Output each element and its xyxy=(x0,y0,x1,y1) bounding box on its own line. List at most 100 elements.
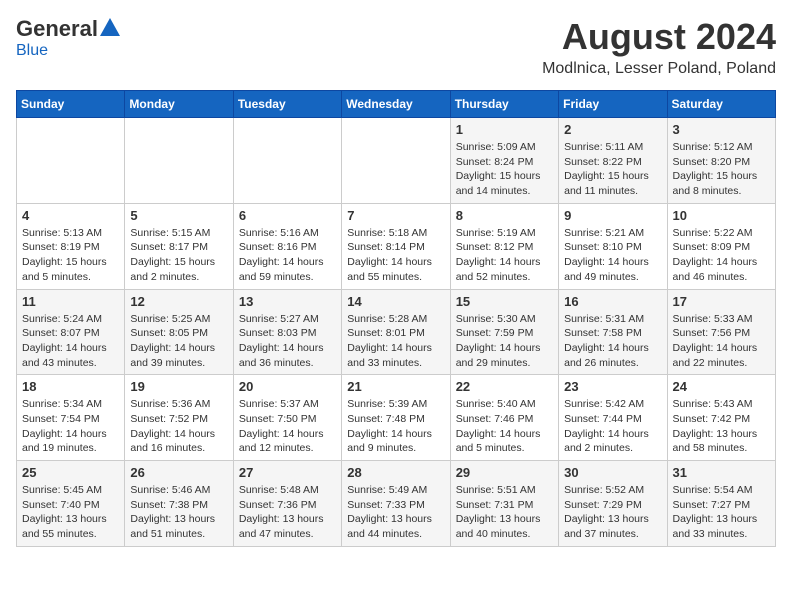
calendar-day-cell: 14 Sunrise: 5:28 AM Sunset: 8:01 PM Dayli… xyxy=(342,289,450,375)
day-number: 23 xyxy=(564,379,661,394)
logo: General Blue xyxy=(16,16,120,60)
calendar-day-cell: 2Sunrise: 5:11 AM Sunset: 8:22 PM Daylig… xyxy=(559,118,667,204)
column-header-saturday: Saturday xyxy=(667,91,775,118)
day-number: 21 xyxy=(347,379,444,394)
day-info: Sunrise: 5:45 AM Sunset: 7:40 PM Dayligh… xyxy=(22,483,119,542)
day-number: 8 xyxy=(456,208,553,223)
calendar-day-cell: 15 Sunrise: 5:30 AM Sunset: 7:59 PM Dayli… xyxy=(450,289,558,375)
day-info: Sunrise: 5:39 AM Sunset: 7:48 PM Dayligh… xyxy=(347,397,444,456)
column-header-sunday: Sunday xyxy=(17,91,125,118)
column-header-monday: Monday xyxy=(125,91,233,118)
day-number: 24 xyxy=(673,379,770,394)
calendar-week-row: 4Sunrise: 5:13 AM Sunset: 8:19 PM Daylig… xyxy=(17,203,776,289)
day-number: 4 xyxy=(22,208,119,223)
day-info: Sunrise: 5:12 AM Sunset: 8:20 PM Dayligh… xyxy=(673,140,770,199)
day-number: 22 xyxy=(456,379,553,394)
calendar-day-cell: 25 Sunrise: 5:45 AM Sunset: 7:40 PM Dayli… xyxy=(17,461,125,547)
calendar-day-cell: 6 Sunrise: 5:16 AM Sunset: 8:16 PM Daylig… xyxy=(233,203,341,289)
logo-blue-text: Blue xyxy=(16,42,48,60)
calendar-day-cell: 31 Sunrise: 5:54 AM Sunset: 7:27 PM Dayli… xyxy=(667,461,775,547)
day-info: Sunrise: 5:51 AM Sunset: 7:31 PM Dayligh… xyxy=(456,483,553,542)
day-info: Sunrise: 5:42 AM Sunset: 7:44 PM Dayligh… xyxy=(564,397,661,456)
day-info: Sunrise: 5:18 AM Sunset: 8:14 PM Dayligh… xyxy=(347,226,444,285)
calendar-day-cell: 16 Sunrise: 5:31 AM Sunset: 7:58 PM Dayli… xyxy=(559,289,667,375)
location: Modlnica, Lesser Poland, Poland xyxy=(542,60,776,78)
empty-cell xyxy=(125,118,233,204)
calendar-header-row: SundayMondayTuesdayWednesdayThursdayFrid… xyxy=(17,91,776,118)
calendar-day-cell: 20 Sunrise: 5:37 AM Sunset: 7:50 PM Dayli… xyxy=(233,375,341,461)
day-number: 10 xyxy=(673,208,770,223)
calendar-day-cell: 28Sunrise: 5:49 AM Sunset: 7:33 PM Dayli… xyxy=(342,461,450,547)
day-info: Sunrise: 5:37 AM Sunset: 7:50 PM Dayligh… xyxy=(239,397,336,456)
day-number: 20 xyxy=(239,379,336,394)
calendar-day-cell: 19Sunrise: 5:36 AM Sunset: 7:52 PM Dayli… xyxy=(125,375,233,461)
calendar-day-cell: 8Sunrise: 5:19 AM Sunset: 8:12 PM Daylig… xyxy=(450,203,558,289)
day-number: 28 xyxy=(347,465,444,480)
calendar-day-cell: 12 Sunrise: 5:25 AM Sunset: 8:05 PM Dayli… xyxy=(125,289,233,375)
day-number: 29 xyxy=(456,465,553,480)
day-info: Sunrise: 5:54 AM Sunset: 7:27 PM Dayligh… xyxy=(673,483,770,542)
day-info: Sunrise: 5:40 AM Sunset: 7:46 PM Dayligh… xyxy=(456,397,553,456)
day-info: Sunrise: 5:48 AM Sunset: 7:36 PM Dayligh… xyxy=(239,483,336,542)
day-info: Sunrise: 5:52 AM Sunset: 7:29 PM Dayligh… xyxy=(564,483,661,542)
logo-general-text: General xyxy=(16,16,98,42)
day-info: Sunrise: 5:30 AM Sunset: 7:59 PM Dayligh… xyxy=(456,312,553,371)
day-number: 18 xyxy=(22,379,119,394)
calendar-day-cell: 1 Sunrise: 5:09 AM Sunset: 8:24 PM Daylig… xyxy=(450,118,558,204)
day-number: 26 xyxy=(130,465,227,480)
day-number: 16 xyxy=(564,294,661,309)
day-info: Sunrise: 5:21 AM Sunset: 8:10 PM Dayligh… xyxy=(564,226,661,285)
day-number: 6 xyxy=(239,208,336,223)
day-number: 13 xyxy=(239,294,336,309)
day-info: Sunrise: 5:11 AM Sunset: 8:22 PM Dayligh… xyxy=(564,140,661,199)
calendar-week-row: 1 Sunrise: 5:09 AM Sunset: 8:24 PM Daylig… xyxy=(17,118,776,204)
day-number: 25 xyxy=(22,465,119,480)
calendar-day-cell: 3 Sunrise: 5:12 AM Sunset: 8:20 PM Daylig… xyxy=(667,118,775,204)
month-title: August 2024 xyxy=(542,16,776,58)
day-number: 14 xyxy=(347,294,444,309)
column-header-friday: Friday xyxy=(559,91,667,118)
day-number: 31 xyxy=(673,465,770,480)
day-info: Sunrise: 5:22 AM Sunset: 8:09 PM Dayligh… xyxy=(673,226,770,285)
day-number: 30 xyxy=(564,465,661,480)
day-info: Sunrise: 5:09 AM Sunset: 8:24 PM Dayligh… xyxy=(456,140,553,199)
calendar-day-cell: 22 Sunrise: 5:40 AM Sunset: 7:46 PM Dayli… xyxy=(450,375,558,461)
calendar-week-row: 18 Sunrise: 5:34 AM Sunset: 7:54 PM Dayli… xyxy=(17,375,776,461)
day-info: Sunrise: 5:46 AM Sunset: 7:38 PM Dayligh… xyxy=(130,483,227,542)
day-number: 15 xyxy=(456,294,553,309)
day-info: Sunrise: 5:16 AM Sunset: 8:16 PM Dayligh… xyxy=(239,226,336,285)
day-number: 1 xyxy=(456,122,553,137)
title-section: August 2024 Modlnica, Lesser Poland, Pol… xyxy=(542,16,776,78)
calendar-day-cell: 26 Sunrise: 5:46 AM Sunset: 7:38 PM Dayli… xyxy=(125,461,233,547)
day-info: Sunrise: 5:34 AM Sunset: 7:54 PM Dayligh… xyxy=(22,397,119,456)
column-header-thursday: Thursday xyxy=(450,91,558,118)
calendar-day-cell: 10 Sunrise: 5:22 AM Sunset: 8:09 PM Dayli… xyxy=(667,203,775,289)
day-number: 19 xyxy=(130,379,227,394)
calendar-day-cell: 17Sunrise: 5:33 AM Sunset: 7:56 PM Dayli… xyxy=(667,289,775,375)
calendar-day-cell: 29 Sunrise: 5:51 AM Sunset: 7:31 PM Dayli… xyxy=(450,461,558,547)
day-number: 17 xyxy=(673,294,770,309)
column-header-wednesday: Wednesday xyxy=(342,91,450,118)
calendar-day-cell: 21 Sunrise: 5:39 AM Sunset: 7:48 PM Dayli… xyxy=(342,375,450,461)
day-number: 5 xyxy=(130,208,227,223)
day-number: 27 xyxy=(239,465,336,480)
calendar-day-cell: 4Sunrise: 5:13 AM Sunset: 8:19 PM Daylig… xyxy=(17,203,125,289)
calendar-day-cell: 24Sunrise: 5:43 AM Sunset: 7:42 PM Dayli… xyxy=(667,375,775,461)
calendar-day-cell: 5Sunrise: 5:15 AM Sunset: 8:17 PM Daylig… xyxy=(125,203,233,289)
day-number: 12 xyxy=(130,294,227,309)
day-info: Sunrise: 5:28 AM Sunset: 8:01 PM Dayligh… xyxy=(347,312,444,371)
day-info: Sunrise: 5:31 AM Sunset: 7:58 PM Dayligh… xyxy=(564,312,661,371)
day-number: 9 xyxy=(564,208,661,223)
calendar-day-cell: 18 Sunrise: 5:34 AM Sunset: 7:54 PM Dayli… xyxy=(17,375,125,461)
empty-cell xyxy=(233,118,341,204)
calendar-day-cell: 30 Sunrise: 5:52 AM Sunset: 7:29 PM Dayli… xyxy=(559,461,667,547)
calendar-day-cell: 7Sunrise: 5:18 AM Sunset: 8:14 PM Daylig… xyxy=(342,203,450,289)
day-number: 3 xyxy=(673,122,770,137)
calendar-table: SundayMondayTuesdayWednesdayThursdayFrid… xyxy=(16,90,776,547)
calendar-day-cell: 9 Sunrise: 5:21 AM Sunset: 8:10 PM Daylig… xyxy=(559,203,667,289)
day-info: Sunrise: 5:25 AM Sunset: 8:05 PM Dayligh… xyxy=(130,312,227,371)
day-info: Sunrise: 5:27 AM Sunset: 8:03 PM Dayligh… xyxy=(239,312,336,371)
day-number: 11 xyxy=(22,294,119,309)
empty-cell xyxy=(342,118,450,204)
day-info: Sunrise: 5:24 AM Sunset: 8:07 PM Dayligh… xyxy=(22,312,119,371)
